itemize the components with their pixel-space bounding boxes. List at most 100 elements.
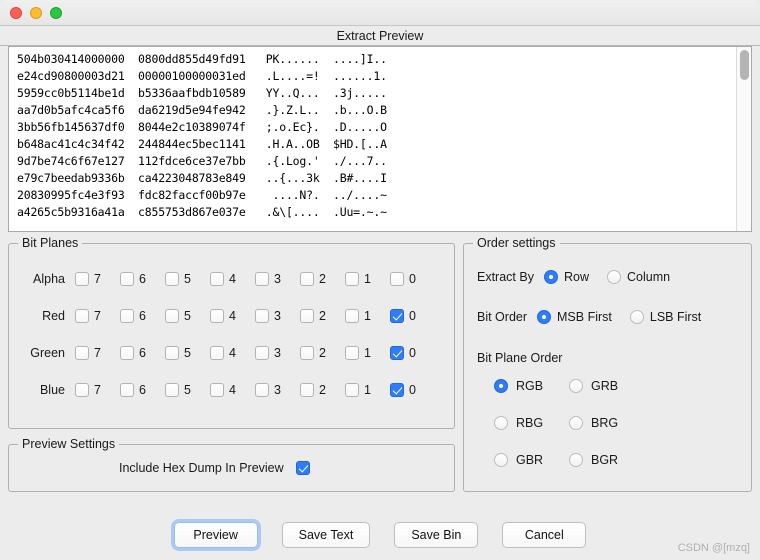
bit-plane-checkbox-blue-6[interactable]: [120, 382, 134, 397]
bit-plane-cell-blue-7[interactable]: 7: [75, 382, 120, 397]
bit-plane-checkbox-blue-0[interactable]: [390, 382, 404, 397]
bit-plane-cell-blue-0[interactable]: 0: [390, 382, 435, 397]
include-hex-dump-label: Include Hex Dump In Preview: [119, 461, 284, 475]
bit-plane-bit-label: 2: [319, 271, 326, 286]
bit-plane-checkbox-red-3[interactable]: [255, 308, 269, 323]
bit-plane-cell-blue-6[interactable]: 6: [120, 382, 165, 397]
bit-plane-cell-green-4[interactable]: 4: [210, 345, 255, 360]
bit-plane-order-option-bgr[interactable]: BGR: [569, 453, 644, 467]
bit-plane-checkbox-blue-4[interactable]: [210, 382, 224, 397]
bit-plane-checkbox-alpha-3[interactable]: [255, 271, 269, 286]
bit-plane-cell-alpha-1[interactable]: 1: [345, 271, 390, 286]
bit-plane-checkbox-red-5[interactable]: [165, 308, 179, 323]
bit-plane-checkbox-red-6[interactable]: [120, 308, 134, 323]
bit-plane-cell-green-0[interactable]: 0: [390, 345, 435, 360]
bit-plane-checkbox-blue-3[interactable]: [255, 382, 269, 397]
bit-order-option-msb[interactable]: MSB First: [537, 310, 612, 324]
bit-plane-cell-red-4[interactable]: 4: [210, 308, 255, 323]
bit-plane-cell-green-6[interactable]: 6: [120, 345, 165, 360]
preview-button[interactable]: Preview: [170, 519, 261, 551]
bit-plane-order-option-rgb[interactable]: RGB: [494, 379, 569, 393]
bit-plane-order-option-rbg[interactable]: RBG: [494, 416, 569, 430]
bit-plane-checkbox-alpha-7[interactable]: [75, 271, 89, 286]
bit-plane-order-radio-rbg[interactable]: [494, 416, 508, 430]
bit-plane-checkbox-green-1[interactable]: [345, 345, 359, 360]
bit-plane-checkbox-green-7[interactable]: [75, 345, 89, 360]
bit-plane-checkbox-green-3[interactable]: [255, 345, 269, 360]
bit-plane-cell-red-0[interactable]: 0: [390, 308, 435, 323]
hex-dump-textarea[interactable]: 504b030414000000 0800dd855d49fd91 PK....…: [8, 46, 752, 232]
bit-plane-checkbox-blue-2[interactable]: [300, 382, 314, 397]
extract-by-column-radio[interactable]: [606, 270, 621, 284]
bit-plane-checkbox-alpha-2[interactable]: [300, 271, 314, 286]
hex-dump-scrollbar[interactable]: [736, 47, 751, 231]
bit-plane-checkbox-alpha-5[interactable]: [165, 271, 179, 286]
bit-plane-cell-green-3[interactable]: 3: [255, 345, 300, 360]
bit-plane-cell-red-5[interactable]: 5: [165, 308, 210, 323]
bit-plane-cell-alpha-6[interactable]: 6: [120, 271, 165, 286]
bit-plane-cell-red-1[interactable]: 1: [345, 308, 390, 323]
maximize-window-icon[interactable]: [50, 7, 62, 19]
bit-plane-cell-red-7[interactable]: 7: [75, 308, 120, 323]
bit-plane-cell-alpha-4[interactable]: 4: [210, 271, 255, 286]
bit-plane-cell-green-2[interactable]: 2: [300, 345, 345, 360]
bit-plane-checkbox-red-2[interactable]: [300, 308, 314, 323]
bit-plane-order-option-gbr[interactable]: GBR: [494, 453, 569, 467]
bit-plane-checkbox-blue-7[interactable]: [75, 382, 89, 397]
bit-plane-cell-alpha-0[interactable]: 0: [390, 271, 435, 286]
bit-plane-order-option-brg[interactable]: BRG: [569, 416, 644, 430]
save-bin-button[interactable]: Save Bin: [394, 522, 479, 548]
bit-plane-checkbox-green-5[interactable]: [165, 345, 179, 360]
bit-plane-cell-alpha-5[interactable]: 5: [165, 271, 210, 286]
extract-by-option-column[interactable]: Column: [606, 270, 670, 284]
bit-order-msb-radio[interactable]: [537, 310, 552, 324]
close-window-icon[interactable]: [10, 7, 22, 19]
include-hex-dump-checkbox[interactable]: [295, 461, 310, 475]
bit-plane-checkbox-green-0[interactable]: [390, 345, 404, 360]
bit-plane-checkbox-red-0[interactable]: [390, 308, 404, 323]
bit-plane-checkbox-red-7[interactable]: [75, 308, 89, 323]
bit-plane-order-radio-brg[interactable]: [569, 416, 583, 430]
bit-plane-order-radio-gbr[interactable]: [494, 453, 508, 467]
bit-plane-cell-alpha-7[interactable]: 7: [75, 271, 120, 286]
bit-plane-order-radio-rgb[interactable]: [494, 379, 508, 393]
bit-plane-checkbox-green-6[interactable]: [120, 345, 134, 360]
minimize-window-icon[interactable]: [30, 7, 42, 19]
bit-plane-order-option-grb[interactable]: GRB: [569, 379, 644, 393]
bit-plane-checkbox-green-4[interactable]: [210, 345, 224, 360]
bit-plane-cell-green-1[interactable]: 1: [345, 345, 390, 360]
bit-plane-cell-green-7[interactable]: 7: [75, 345, 120, 360]
hex-dump-scroll-thumb[interactable]: [740, 50, 749, 80]
extract-by-row-radio[interactable]: [543, 270, 558, 284]
extract-by-row-label: Row: [563, 270, 589, 284]
cancel-button[interactable]: Cancel: [502, 522, 587, 548]
bit-order-lsb-radio[interactable]: [629, 310, 644, 324]
bit-plane-checkbox-alpha-4[interactable]: [210, 271, 224, 286]
bit-plane-cell-red-2[interactable]: 2: [300, 308, 345, 323]
bit-plane-checkbox-red-4[interactable]: [210, 308, 224, 323]
bit-plane-checkbox-alpha-6[interactable]: [120, 271, 134, 286]
bit-plane-checkbox-blue-1[interactable]: [345, 382, 359, 397]
bit-plane-cell-blue-1[interactable]: 1: [345, 382, 390, 397]
bit-plane-checkbox-red-1[interactable]: [345, 308, 359, 323]
bit-plane-cell-alpha-3[interactable]: 3: [255, 271, 300, 286]
bit-plane-order-radio-grb[interactable]: [569, 379, 583, 393]
bit-plane-cell-blue-2[interactable]: 2: [300, 382, 345, 397]
bit-plane-cell-red-3[interactable]: 3: [255, 308, 300, 323]
bit-plane-cell-blue-5[interactable]: 5: [165, 382, 210, 397]
bit-plane-checkbox-blue-5[interactable]: [165, 382, 179, 397]
bit-plane-cell-red-6[interactable]: 6: [120, 308, 165, 323]
save-text-button[interactable]: Save Text: [281, 522, 371, 548]
bit-plane-cell-blue-3[interactable]: 3: [255, 382, 300, 397]
bit-plane-cell-alpha-2[interactable]: 2: [300, 271, 345, 286]
bit-plane-checkbox-alpha-0[interactable]: [390, 271, 404, 286]
bit-plane-bit-label: 1: [364, 271, 371, 286]
bit-plane-cell-green-5[interactable]: 5: [165, 345, 210, 360]
bit-plane-cell-blue-4[interactable]: 4: [210, 382, 255, 397]
bit-plane-checkbox-alpha-1[interactable]: [345, 271, 359, 286]
bit-order-option-lsb[interactable]: LSB First: [629, 310, 701, 324]
include-hex-dump-row[interactable]: Include Hex Dump In Preview: [119, 461, 310, 475]
bit-plane-order-radio-bgr[interactable]: [569, 453, 583, 467]
bit-plane-checkbox-green-2[interactable]: [300, 345, 314, 360]
extract-by-option-row[interactable]: Row: [543, 270, 589, 284]
